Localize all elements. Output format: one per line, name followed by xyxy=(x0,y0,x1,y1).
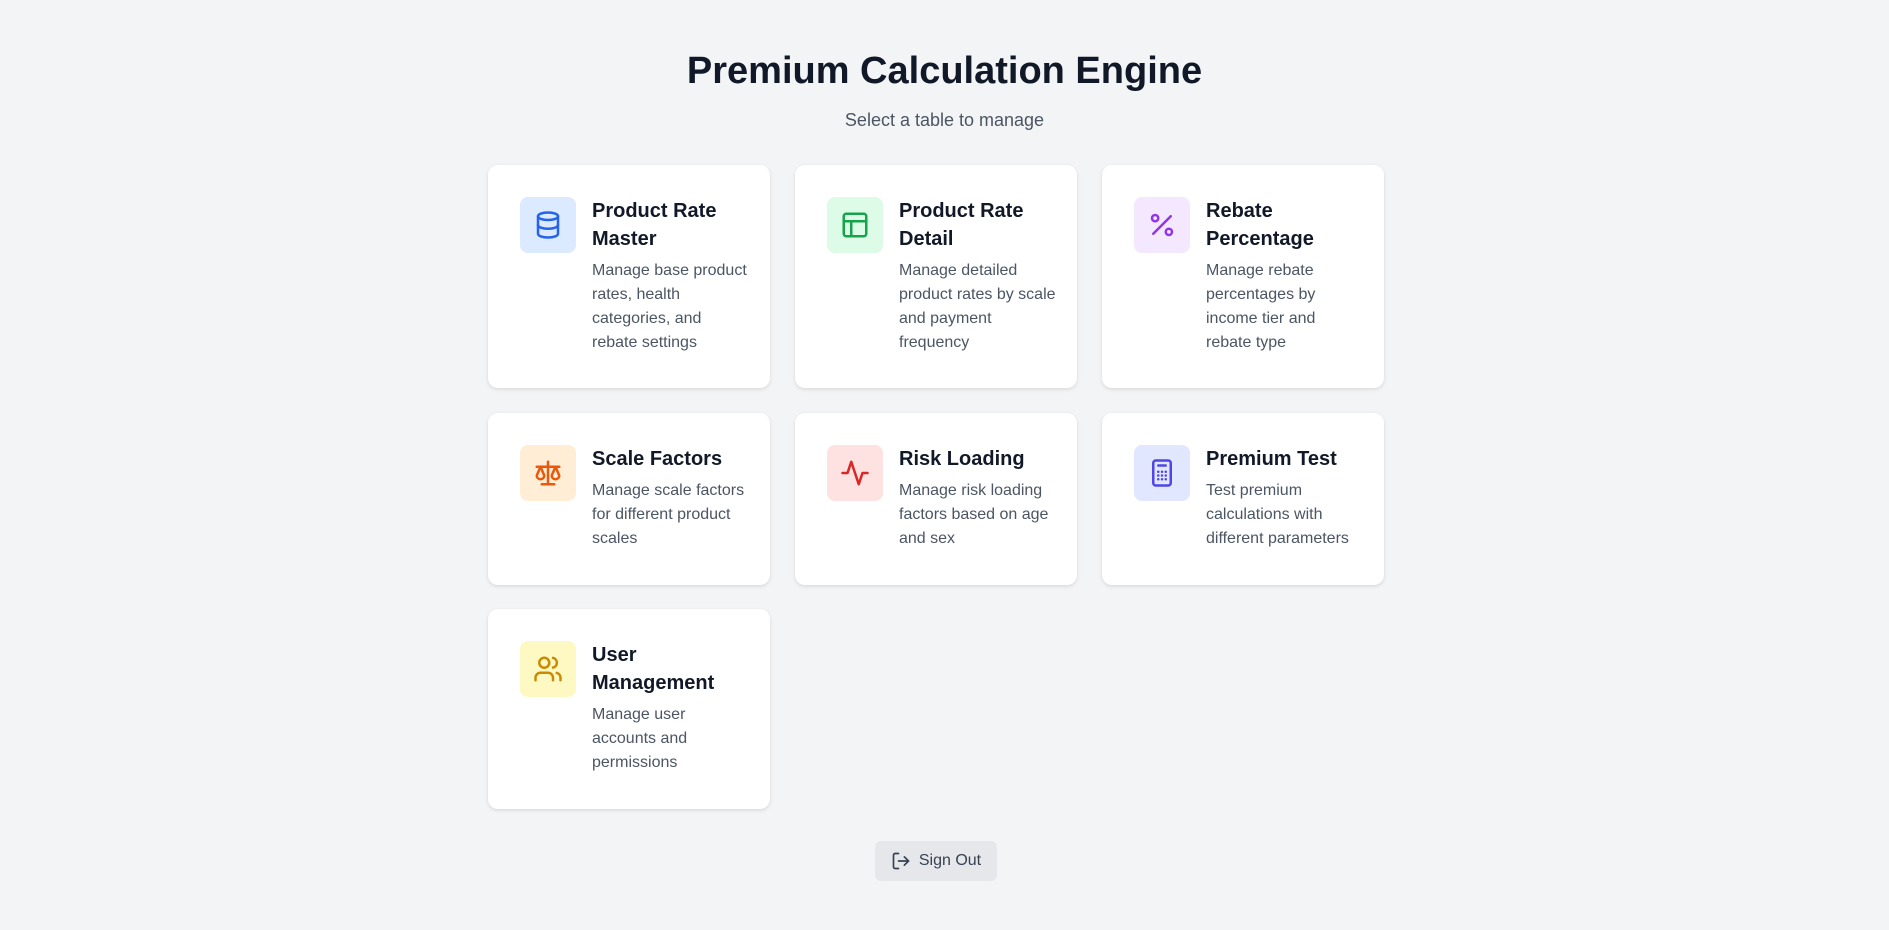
card-description: Test premium calculations with different… xyxy=(1206,482,1349,547)
percent-icon xyxy=(1134,197,1190,253)
card-description: Manage scale factors for different produ… xyxy=(592,482,745,547)
card-title: User Management xyxy=(592,644,715,694)
card-user-management[interactable]: User Management Manage user accounts and… xyxy=(488,609,770,809)
scale-icon xyxy=(520,445,576,501)
card-rebate-percentage[interactable]: Rebate Percentage Manage rebate percenta… xyxy=(1102,165,1384,388)
page-subtitle: Select a table to manage xyxy=(844,110,1045,130)
sign-out-button[interactable]: Sign Out xyxy=(875,841,997,881)
card-title: Scale Factors xyxy=(592,448,723,470)
card-description: Manage user accounts and permissions xyxy=(592,706,688,771)
card-risk-loading[interactable]: Risk Loading Manage risk loading factors… xyxy=(795,413,1077,585)
card-product-rate-master[interactable]: Product Rate Master Manage base product … xyxy=(488,165,770,388)
activity-icon xyxy=(827,445,883,501)
card-description: Manage risk loading factors based on age… xyxy=(899,482,1049,547)
calculator-icon xyxy=(1134,445,1190,501)
card-description: Manage detailed product rates by scale a… xyxy=(899,262,1056,351)
card-scale-factors[interactable]: Scale Factors Manage scale factors for d… xyxy=(488,413,770,585)
card-premium-test[interactable]: Premium Test Test premium calculations w… xyxy=(1102,413,1384,585)
users-icon xyxy=(520,641,576,697)
sign-out-label: Sign Out xyxy=(918,852,982,869)
card-title: Rebate Percentage xyxy=(1206,200,1314,250)
card-title: Premium Test xyxy=(1206,448,1337,470)
table-grid: Product Rate Master Manage base product … xyxy=(488,165,1384,811)
card-description: Manage rebate percentages by income tier… xyxy=(1206,262,1316,351)
database-icon xyxy=(520,197,576,253)
card-product-rate-detail[interactable]: Product Rate Detail Manage detailed prod… xyxy=(795,165,1077,388)
page: Premium Calculation Engine Select a tabl… xyxy=(0,0,1889,930)
card-title: Risk Loading xyxy=(899,448,1025,470)
table-icon xyxy=(827,197,883,253)
log-out-icon xyxy=(892,852,910,870)
card-title: Product Rate Detail xyxy=(899,200,1024,250)
page-title: Premium Calculation Engine xyxy=(686,50,1203,92)
card-title: Product Rate Master xyxy=(592,200,717,250)
card-description: Manage base product rates, health catego… xyxy=(592,262,747,351)
